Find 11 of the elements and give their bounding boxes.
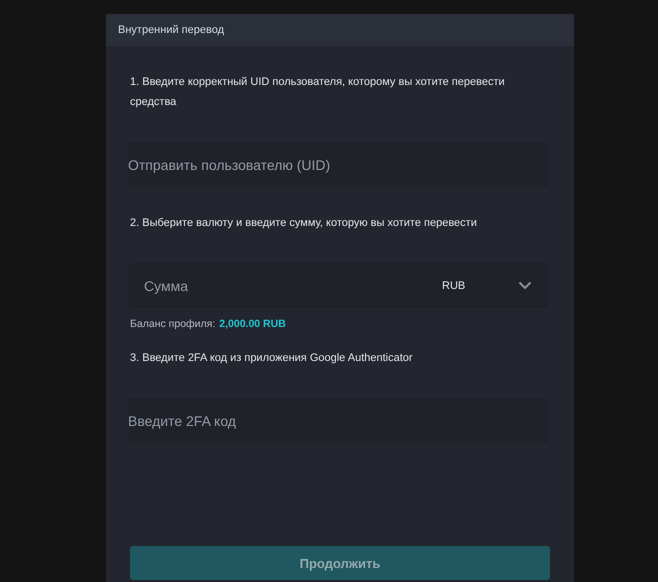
input-field[interactable]: Введите 2FA код bbox=[128, 398, 548, 443]
step-instruction: 2. Выберите валюту и введите сумму, которую вы хотите перевести bbox=[130, 216, 478, 231]
balance-value: 2,000.00 RUB bbox=[219, 318, 286, 330]
panel-title: Внутренний перевод bbox=[118, 24, 224, 36]
amount-field[interactable]: Сумма RUB bbox=[128, 263, 548, 308]
step-instruction: 3. Введите 2FA код из приложения Google Authenticator bbox=[130, 351, 414, 366]
chevron-down-icon[interactable] bbox=[518, 281, 532, 290]
balance-label: Баланс профиля: bbox=[130, 318, 216, 330]
currency-select[interactable]: RUB bbox=[442, 280, 518, 292]
step-instruction: 1. Введите корректный UID пользователя, которому вы хотите перевести средства bbox=[130, 75, 506, 110]
input-field[interactable]: Отправить пользователю (UID) bbox=[128, 142, 548, 187]
